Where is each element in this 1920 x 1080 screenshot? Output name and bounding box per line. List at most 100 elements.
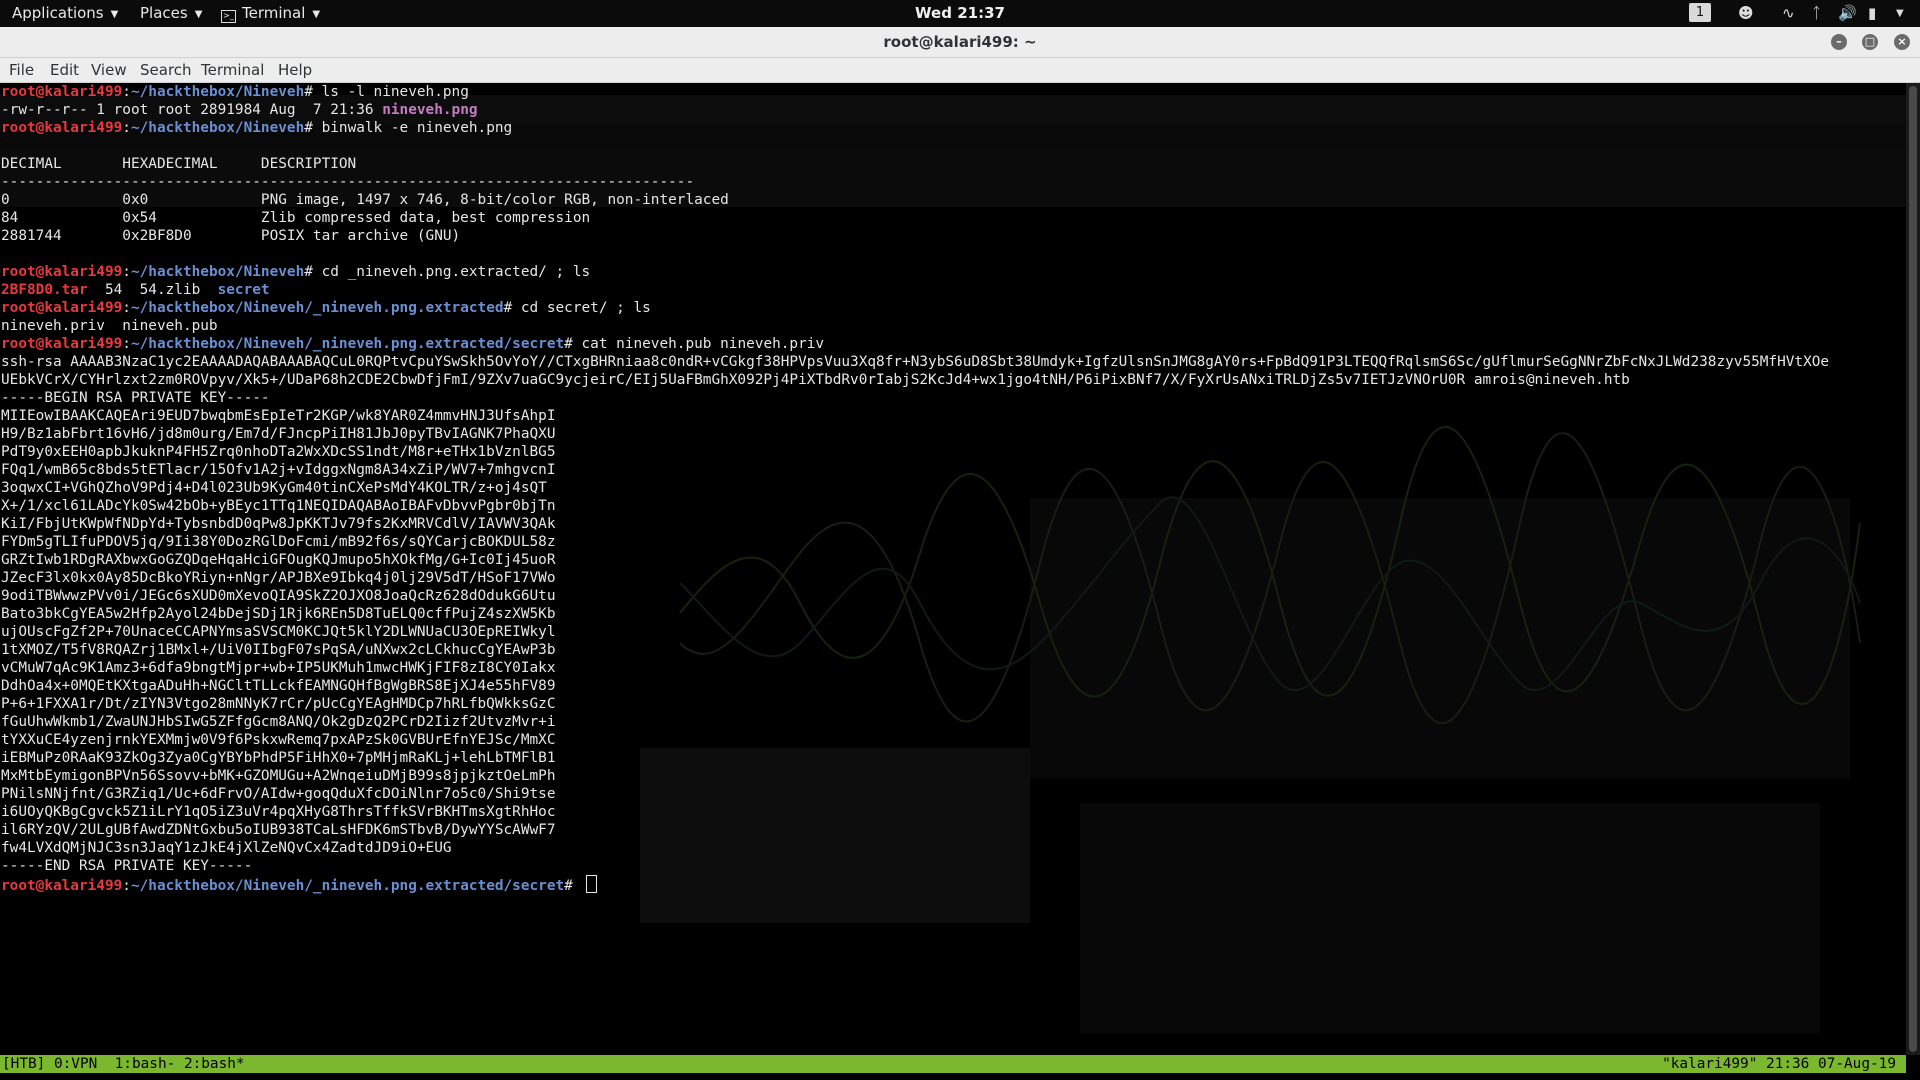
tmux-status-right: "kalari499" 21:36 07-Aug-19 (1662, 1056, 1896, 1072)
minimize-button[interactable]: – (1831, 34, 1847, 50)
prompt-separator: : (122, 264, 131, 280)
prompt-line: root@kalari499:~/hackthebox/Nineveh# ls … (1, 83, 1905, 101)
prompt-user: root@kalari499 (1, 300, 123, 316)
prompt-hash: # (304, 84, 322, 100)
prompt-separator: : (122, 878, 131, 894)
prompt-user: root@kalari499 (1, 120, 123, 136)
command-text: cd secret/ ; ls (520, 300, 651, 316)
output-line: MxMtbEymigonBPVn56Ssovv+bMK+GZOMUGu+A2Wn… (1, 768, 556, 784)
output-line: fw4LVXdQMjNJC3sn3JaqY1zJkE4jXlZeNQvCx4Za… (1, 840, 452, 856)
prompt-line: root@kalari499:~/hackthebox/Nineveh/_nin… (1, 875, 1905, 894)
terminal-menu-bar: File Edit View Search Terminal Help (0, 58, 1920, 83)
output-line: H9/Bz1abFbrt16vH6/jd8m0urg/Em7d/FJncpPiI… (1, 426, 556, 442)
prompt-path: ~/hackthebox/Nineveh/_nineveh.png.extrac… (130, 878, 565, 894)
output-line: -rw-r--r-- 1 root root 2891984 Aug 7 21:… (1, 101, 1905, 119)
prompt-path: ~/hackthebox/Nineveh (130, 84, 305, 100)
output-line: FYDm5gTLIfuPDOV5jq/9Ii38Y0DozRGlDoFcmi/m… (1, 534, 556, 550)
output-line: fGuUhwWkmb1/ZwaUNJHbSIwG5ZFfgGcm8ANQ/Ok2… (1, 714, 556, 730)
output-line: i6UOyQKBgCgvck5Z1iLrY1qO5iZ3uVr4pqXHyG8T… (1, 804, 556, 820)
output-line: KiI/FbjUtKWpWfNDpYd+TybsnbdD0qPw8JpKKTJv… (1, 516, 556, 532)
output-line: tYXXuCE4yzenjrnkYEXMmjw0V9f6PskxwRemq7px… (1, 732, 556, 748)
prompt-line: root@kalari499:~/hackthebox/Nineveh# cd … (1, 263, 1905, 281)
prompt-line: root@kalari499:~/hackthebox/Nineveh/_nin… (1, 335, 1905, 353)
menu-file[interactable]: File (9, 58, 34, 82)
menu-edit[interactable]: Edit (50, 58, 79, 82)
system-menu-chevron-icon[interactable]: ▼ (1896, 0, 1904, 27)
prompt-path: ~/hackthebox/Nineveh/_nineveh.png.extrac… (130, 300, 504, 316)
output-line: ssh-rsa AAAAB3NzaC1yc2EAAAADAQABAAABAQCu… (1, 354, 1830, 370)
file-names: 54 54.zlib (87, 282, 218, 298)
prompt-user: root@kalari499 (1, 84, 123, 100)
output-line: iEBMuPz0RAaK93ZkOg3Zya0CgYBYbPhdP5FiHhX0… (1, 750, 556, 766)
prompt-hash: # (304, 120, 322, 136)
output-line: UEbkVCrX/CYHrlzxt2zm0ROVpyv/Xk5+/UDaP68h… (1, 372, 1630, 388)
prompt-path: ~/hackthebox/Nineveh (130, 120, 305, 136)
output-line: DdhOa4x+0MQEtKXtgaADuHh+NGCltTLLckfEAMNG… (1, 678, 556, 694)
terminal-lines: root@kalari499:~/hackthebox/Nineveh# ls … (1, 83, 1905, 894)
file-name: nineveh.png (382, 102, 478, 118)
output-line: P+6+1FXXA1r/Dt/zIYN3Vtgo28mNNyK7rCr/pUcC… (1, 696, 556, 712)
output-line: JZecF3lx0kx0Ay85DcBkoYRiyn+nNgr/APJBXe9I… (1, 570, 556, 586)
prompt-line: root@kalari499:~/hackthebox/Nineveh# bin… (1, 119, 1905, 137)
prompt-path: ~/hackthebox/Nineveh (130, 264, 305, 280)
output-line: 2881744 0x2BF8D0 POSIX tar archive (GNU) (1, 228, 461, 244)
prompt-separator: : (122, 84, 131, 100)
bottom-edge (0, 1073, 1920, 1080)
output-line: PdT9y0xEEH0apbJkuknP4FH5Zrq0nhoDTa2WxXDc… (1, 444, 556, 460)
output-line: MIIEowIBAAKCAQEAri9EUD7bwqbmEsEpIeTr2KGP… (1, 408, 556, 424)
wifi-icon[interactable]: ∿ (1782, 0, 1795, 27)
menu-terminal[interactable]: Terminal (201, 58, 264, 82)
output-line: 3oqwxCI+VGhQZhoV9Pdj4+D4l023Ub9KyGm40tin… (1, 480, 547, 496)
command-text: cat nineveh.pub nineveh.priv (581, 336, 825, 352)
output-line: -----END RSA PRIVATE KEY----- (1, 858, 253, 874)
command-text: binwalk -e nineveh.png (321, 120, 513, 136)
output-line: Bato3bkCgYEA5w2Hfp2Ayol24bDejSDj1Rjk6REn… (1, 606, 556, 622)
window-title: root@kalari499: ~ (883, 33, 1037, 51)
prompt-path: ~/hackthebox/Nineveh/_nineveh.png.extrac… (130, 336, 565, 352)
menu-help[interactable]: Help (278, 58, 312, 82)
tmux-status-bar: [HTB] 0:VPN 1:bash- 2:bash* "kalari499" … (0, 1055, 1906, 1073)
output-line: ujOUscFgZf2P+70UnaceCCAPNYmsaSVSCM0KCJQt… (1, 624, 556, 640)
output-line: DECIMAL HEXADECIMAL DESCRIPTION (1, 156, 357, 172)
prompt-line: root@kalari499:~/hackthebox/Nineveh/_nin… (1, 299, 1905, 317)
maximize-button[interactable]: □ (1862, 34, 1878, 50)
prompt-user: root@kalari499 (1, 878, 123, 894)
command-text: ls -l nineveh.png (321, 84, 469, 100)
directory-name: secret (217, 282, 270, 298)
terminal-output[interactable]: root@kalari499:~/hackthebox/Nineveh# ls … (0, 83, 1906, 1055)
output-line: 84 0x54 Zlib compressed data, best compr… (1, 210, 591, 226)
people-icon[interactable]: ☻ (1738, 0, 1754, 27)
command-text: cd _nineveh.png.extracted/ ; ls (321, 264, 591, 280)
prompt-separator: : (122, 336, 131, 352)
system-top-bar: Applications ▼ Places ▼ >_ Terminal ▼ Wed 21… (0, 0, 1920, 27)
bluetooth-icon[interactable]: ᛏ (1812, 0, 1821, 27)
menu-view[interactable]: View (91, 58, 127, 82)
archive-file-name: 2BF8D0.tar (1, 282, 88, 298)
terminal-scrollbar-thumb[interactable] (1909, 86, 1917, 1052)
close-button[interactable]: × (1894, 34, 1910, 50)
output-line: 2BF8D0.tar 54 54.zlib secret (1, 281, 1905, 299)
tmux-window-list[interactable]: [HTB] 0:VPN 1:bash- 2:bash* (2, 1055, 245, 1073)
output-line: 0 0x0 PNG image, 1497 x 746, 8-bit/color… (1, 192, 729, 208)
volume-icon[interactable]: 🔊 (1838, 0, 1857, 27)
prompt-separator: : (122, 120, 131, 136)
output-line: vCMuW7qAc9K1Amz3+6dfa9bngtMjpr+wb+IP5UKM… (1, 660, 556, 676)
prompt-user: root@kalari499 (1, 264, 123, 280)
output-line: -----BEGIN RSA PRIVATE KEY----- (1, 390, 270, 406)
battery-icon[interactable]: ▮ (1868, 0, 1876, 27)
workspace-indicator[interactable]: 1 (1689, 3, 1711, 22)
menu-search[interactable]: Search (140, 58, 192, 82)
prompt-hash: # (304, 264, 322, 280)
output-line: FQq1/wmB65c8bds5tETlacr/15Ofv1A2j+vIdggx… (1, 462, 556, 478)
output-line: 9odiTBWwwzPVv0i/JEGc6sXUD0mXevoQIA9SkZ2O… (1, 588, 556, 604)
window-title-bar[interactable]: root@kalari499: ~ – □ × (0, 27, 1920, 58)
output-line: 1tXMOZ/T5fV8RQAZrj1BMxl+/UiV0IIbgF07sPqS… (1, 642, 556, 658)
clock[interactable]: Wed 21:37 (0, 0, 1920, 27)
output-line: GRZtIwb1RDgRAXbwxGoGZQDqeHqaHciGFOugKQJm… (1, 552, 556, 568)
output-line: nineveh.priv nineveh.pub (1, 318, 218, 334)
prompt-user: root@kalari499 (1, 336, 123, 352)
file-metadata: -rw-r--r-- 1 root root 2891984 Aug 7 21:… (1, 102, 383, 118)
prompt-hash: # (564, 336, 582, 352)
